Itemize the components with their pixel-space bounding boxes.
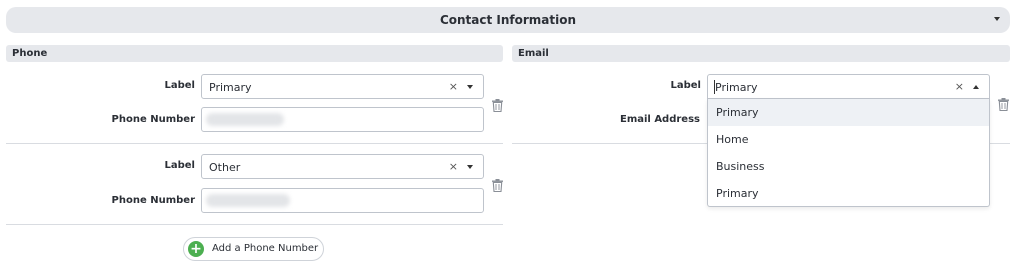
plus-circle-icon: + bbox=[188, 241, 204, 257]
chevron-down-icon[interactable] bbox=[467, 85, 473, 89]
selected-value: Primary bbox=[209, 81, 252, 94]
dropdown-option-primary[interactable]: Primary bbox=[708, 99, 989, 126]
redacted-value bbox=[206, 194, 290, 207]
email-section-header: Email bbox=[512, 45, 1010, 62]
label-options-dropdown: Primary Home Business Primary bbox=[707, 99, 990, 207]
clear-icon[interactable]: × bbox=[955, 80, 964, 93]
phone-number-input[interactable] bbox=[201, 107, 484, 132]
add-phone-number-label: Add a Phone Number bbox=[212, 243, 319, 254]
phone-label-select[interactable]: Primary × bbox=[201, 74, 484, 99]
redacted-value bbox=[206, 113, 284, 126]
chevron-up-icon[interactable] bbox=[973, 85, 979, 89]
contact-information-header[interactable]: Contact Information bbox=[6, 7, 1010, 33]
trash-icon[interactable] bbox=[492, 99, 503, 112]
phone-number-input[interactable] bbox=[201, 188, 484, 213]
divider bbox=[6, 224, 503, 225]
email-address-caption: Email Address bbox=[619, 114, 700, 125]
add-phone-number-button[interactable]: + Add a Phone Number bbox=[183, 237, 324, 261]
clear-icon[interactable]: × bbox=[449, 80, 458, 93]
selected-value: Other bbox=[209, 161, 241, 174]
email-label-select[interactable]: Primary × bbox=[707, 74, 990, 99]
phone-number-caption: Phone Number bbox=[111, 195, 195, 206]
dropdown-option-business[interactable]: Business bbox=[708, 153, 989, 180]
selected-value: Primary bbox=[715, 81, 758, 94]
clear-icon[interactable]: × bbox=[449, 160, 458, 173]
phone-section-header: Phone bbox=[6, 45, 503, 62]
dropdown-option-home[interactable]: Home bbox=[708, 126, 989, 153]
dropdown-option-primary-2[interactable]: Primary bbox=[708, 180, 989, 207]
chevron-down-icon[interactable] bbox=[467, 165, 473, 169]
divider bbox=[6, 143, 503, 144]
trash-icon[interactable] bbox=[492, 179, 503, 192]
chevron-down-icon[interactable] bbox=[994, 17, 1000, 21]
phone-label-caption: Label bbox=[164, 80, 196, 91]
section-title: Contact Information bbox=[439, 13, 577, 27]
phone-label-select[interactable]: Other × bbox=[201, 154, 484, 179]
trash-icon[interactable] bbox=[998, 98, 1009, 111]
phone-number-caption: Phone Number bbox=[111, 114, 195, 125]
phone-label-caption: Label bbox=[164, 160, 196, 171]
email-label-caption: Label bbox=[670, 80, 702, 91]
